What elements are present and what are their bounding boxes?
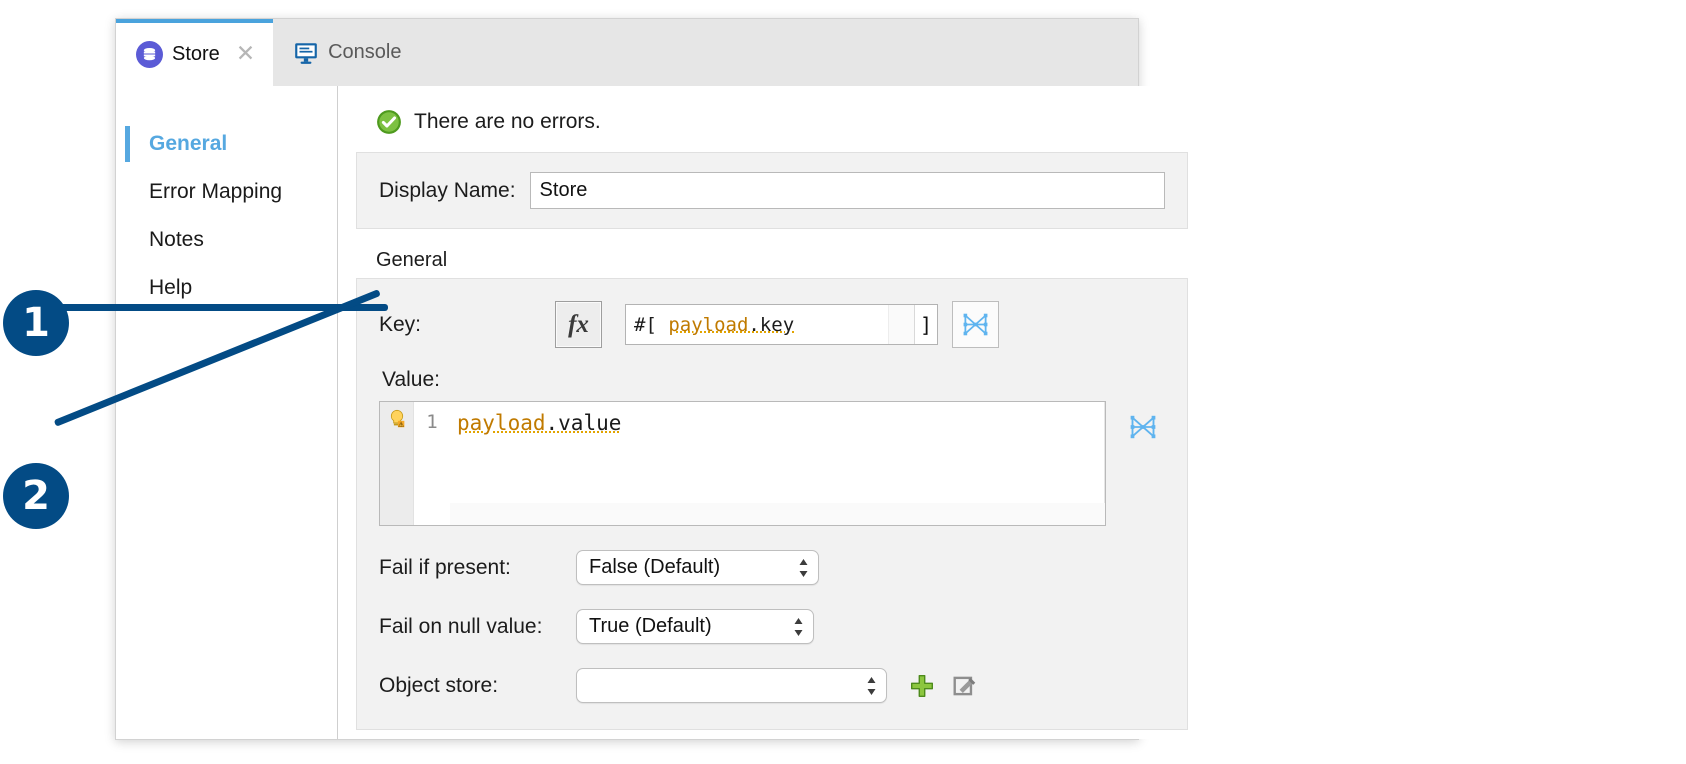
key-expr-prefix: #[	[634, 313, 657, 336]
status-message: There are no errors.	[414, 110, 601, 133]
fail-if-present-select[interactable]: False (Default)	[576, 550, 819, 585]
callout-badge-1-number: 1	[3, 290, 69, 356]
fail-on-null-value-value: True (Default)	[589, 615, 712, 637]
properties-window: Store ✕ Console General Error Mapping No…	[115, 18, 1204, 740]
fail-on-null-value-label: Fail on null value:	[379, 614, 543, 638]
key-expression-input[interactable]: #[ payload .key ]	[625, 304, 938, 345]
fail-if-present-label: Fail if present:	[379, 555, 511, 579]
value-code-property: .value	[545, 411, 622, 435]
close-icon[interactable]: ✕	[236, 43, 255, 66]
display-name-label: Display Name:	[379, 178, 516, 202]
sidebar-item-label: General	[149, 132, 228, 155]
window-content: General Error Mapping Notes Help There a…	[116, 86, 1204, 739]
console-monitor-icon	[293, 40, 319, 66]
fail-on-null-value-select[interactable]: True (Default)	[576, 609, 814, 644]
key-label: Key:	[379, 312, 422, 336]
editor-gutter[interactable]	[380, 402, 414, 525]
sidebar-item-notes[interactable]: Notes	[116, 216, 337, 264]
fail-on-null-value-row: Fail on null value: True (Default)	[379, 609, 1165, 644]
value-code-editor[interactable]: 1 payload.value	[379, 401, 1106, 526]
tab-bar: Store ✕ Console	[116, 19, 1138, 87]
value-code-object: payload	[457, 411, 546, 435]
general-section-title: General	[376, 249, 448, 271]
object-store-select[interactable]	[576, 668, 887, 703]
key-expr-property: .key	[748, 313, 795, 336]
edit-pencil-icon[interactable]	[952, 673, 978, 699]
sidebar-item-general[interactable]: General	[116, 120, 337, 168]
key-expression-text: #[ payload .key	[626, 305, 888, 344]
key-expression-spacer	[888, 305, 914, 344]
tab-store-label: Store	[172, 43, 220, 65]
editor-line-number: 1	[414, 402, 450, 525]
tab-console[interactable]: Console	[273, 19, 419, 86]
key-row: Key: fx #[ payload .key ]	[379, 301, 1165, 348]
sidebar: General Error Mapping Notes Help	[116, 86, 338, 739]
plus-add-icon[interactable]	[909, 673, 935, 699]
success-check-icon	[376, 109, 402, 135]
key-dataweave-icon[interactable]	[952, 301, 999, 348]
fx-button[interactable]: fx	[555, 301, 602, 348]
value-label: Value:	[382, 368, 440, 391]
display-name-card: Display Name: Store	[356, 152, 1188, 229]
chevron-updown-icon	[797, 557, 810, 579]
chevron-updown-icon	[865, 675, 878, 697]
value-dataweave-icon[interactable]	[1120, 404, 1165, 449]
tab-store[interactable]: Store ✕	[116, 19, 274, 86]
sidebar-item-label: Error Mapping	[149, 180, 283, 203]
key-expr-suffix: ]	[914, 305, 937, 344]
fail-if-present-value: False (Default)	[589, 556, 721, 578]
object-store-label: Object store:	[379, 673, 499, 697]
callout-badge-2-number: 2	[3, 463, 69, 529]
sidebar-item-error-mapping[interactable]: Error Mapping	[116, 168, 337, 216]
store-database-icon	[136, 41, 163, 68]
status-bar: There are no errors.	[356, 86, 1188, 135]
sidebar-item-label: Help	[149, 276, 193, 299]
fail-if-present-row: Fail if present: False (Default)	[379, 550, 1165, 585]
key-expr-object: payload	[668, 313, 749, 336]
display-name-input[interactable]: Store	[529, 172, 1165, 209]
chevron-updown-icon	[792, 616, 805, 638]
tab-console-label: Console	[328, 41, 402, 63]
general-card: Key: fx #[ payload .key ] Value: 1 paylo…	[356, 278, 1188, 730]
display-name-value: Store	[539, 179, 588, 201]
value-editor-row: 1 payload.value	[379, 401, 1165, 526]
callout-badge-2: 2	[3, 463, 69, 529]
callout-badge-1: 1	[3, 290, 69, 356]
lightbulb-warning-icon[interactable]	[386, 408, 408, 430]
editor-code-text[interactable]: payload.value	[450, 402, 1105, 503]
general-panel: There are no errors. Display Name: Store…	[338, 86, 1204, 739]
object-store-row: Object store:	[379, 668, 1165, 703]
sidebar-item-label: Notes	[149, 228, 204, 251]
